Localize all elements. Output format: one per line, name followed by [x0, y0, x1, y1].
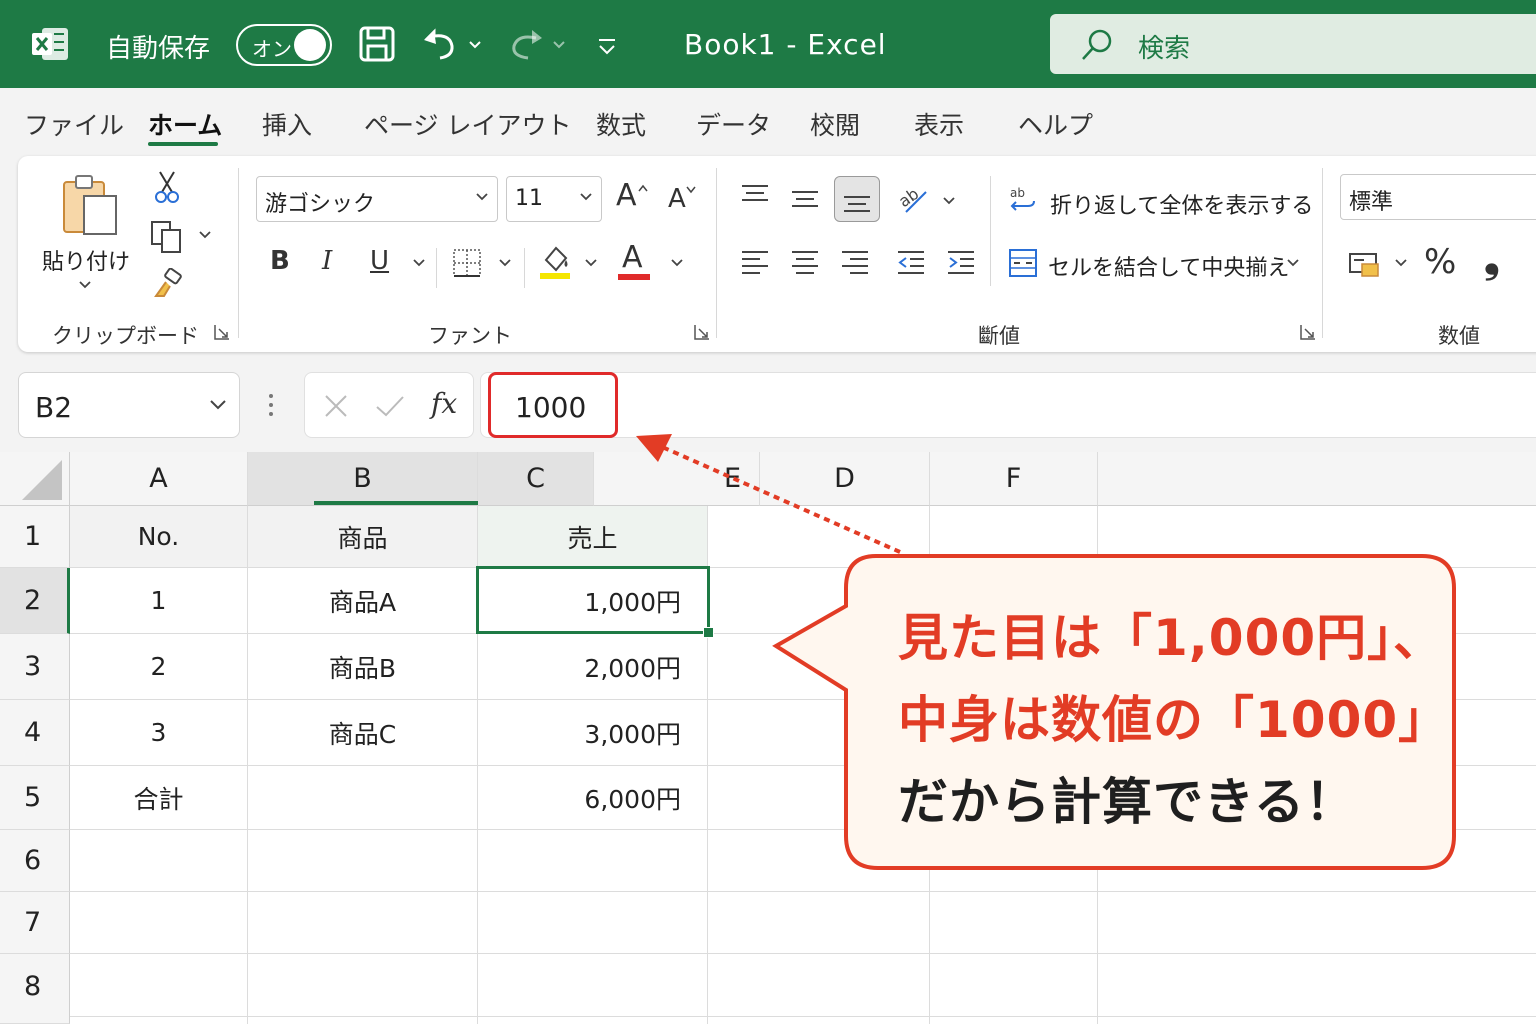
callout-line-2: 中身は数値の「1000」: [898, 691, 1450, 749]
dashed-arrow-line: [659, 444, 901, 554]
callout-graphics: [636, 434, 1456, 870]
callout-line-3: だから計算できる！: [898, 773, 1356, 831]
callout-line-1: 見た目は「1,000円」、: [898, 609, 1445, 667]
